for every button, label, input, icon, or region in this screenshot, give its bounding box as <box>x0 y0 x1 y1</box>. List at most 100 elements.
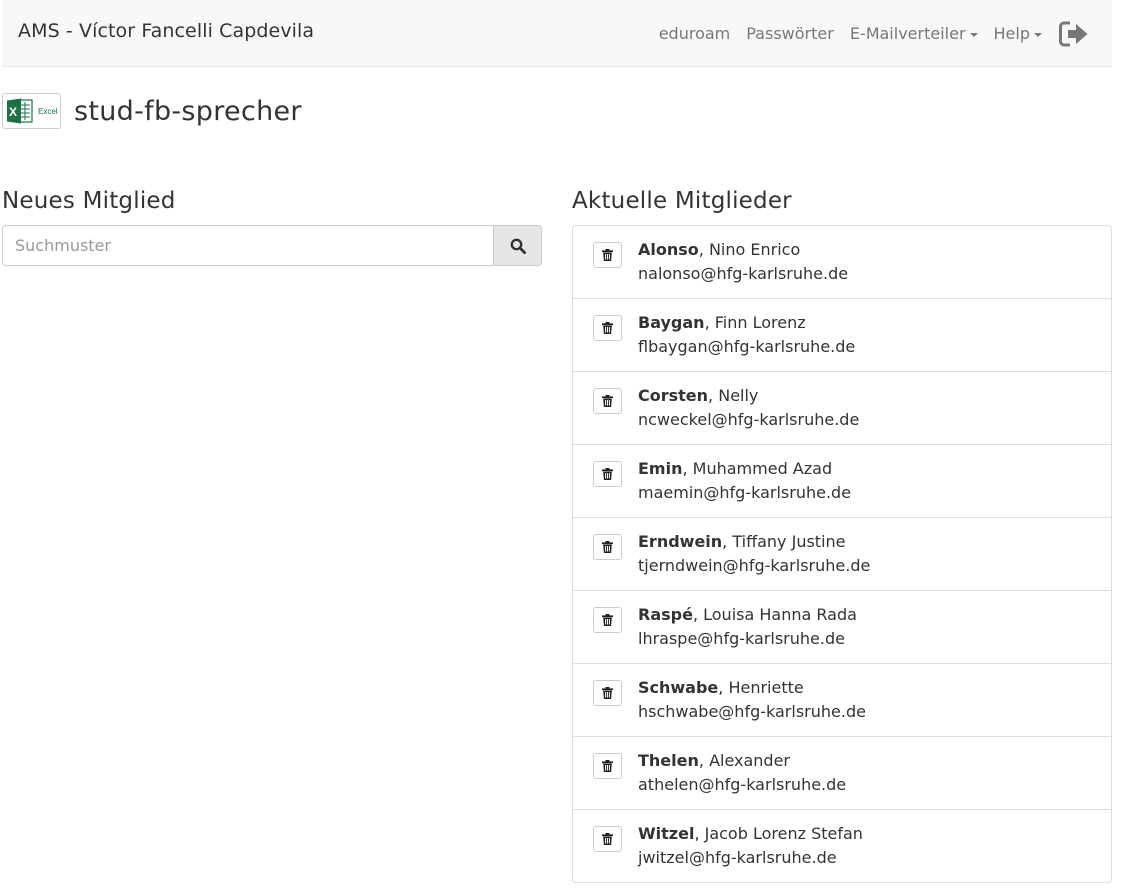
svg-text:X: X <box>9 105 17 119</box>
member-last-name: Baygan <box>638 313 705 332</box>
nav-dropdown-mailinglists[interactable]: E-Mailverteiler <box>850 24 978 43</box>
member-first-name: , Alexander <box>698 751 791 770</box>
member-row: Emin, Muhammed Azad maemin@hfg-karlsruhe.… <box>573 445 1111 518</box>
member-info: Alonso, Nino Enrico nalonso@hfg-karlsruhe… <box>638 238 848 286</box>
page-title: stud-fb-sprecher <box>74 95 302 127</box>
member-first-name: , Tiffany Justine <box>722 532 846 551</box>
member-info: Thelen, Alexander athelen@hfg-karlsruhe.d… <box>638 749 846 797</box>
member-first-name: , Finn Lorenz <box>704 313 806 332</box>
member-email: lhraspe@hfg-karlsruhe.de <box>638 629 845 648</box>
delete-member-button[interactable] <box>593 826 622 852</box>
member-name: Erndwein, Tiffany Justine <box>638 530 870 554</box>
member-first-name: , Jacob Lorenz Stefan <box>694 824 863 843</box>
trash-icon <box>602 395 613 407</box>
member-last-name: Alonso <box>638 240 699 259</box>
trash-icon <box>602 687 613 699</box>
trash-icon <box>602 322 613 334</box>
member-name: Baygan, Finn Lorenz <box>638 311 855 335</box>
app-brand[interactable]: AMS - Víctor Fancelli Capdevila <box>18 20 314 42</box>
member-row: Erndwein, Tiffany Justine tjerndwein@hfg-… <box>573 518 1111 591</box>
members-list: Alonso, Nino Enrico nalonso@hfg-karlsruhe… <box>572 225 1112 883</box>
member-name: Emin, Muhammed Azad <box>638 457 851 481</box>
delete-member-button[interactable] <box>593 315 622 341</box>
member-info: Raspé, Louisa Hanna Rada lhraspe@hfg-karl… <box>638 603 857 651</box>
logout-button[interactable] <box>1058 18 1090 50</box>
excel-export-button[interactable]: X Excel <box>2 93 61 129</box>
member-name: Corsten, Nelly <box>638 384 859 408</box>
excel-icon: X <box>7 98 33 124</box>
member-first-name: , Louisa Hanna Rada <box>692 605 857 624</box>
search-button[interactable] <box>493 225 542 266</box>
search-icon <box>510 238 526 254</box>
caret-down-icon <box>1034 32 1042 37</box>
member-name: Raspé, Louisa Hanna Rada <box>638 603 857 627</box>
nav-link-passwords[interactable]: Passwörter <box>746 24 834 43</box>
delete-member-button[interactable] <box>593 607 622 633</box>
trash-icon <box>602 468 613 480</box>
member-row: Baygan, Finn Lorenz flbaygan@hfg-karlsruh… <box>573 299 1111 372</box>
new-member-heading: Neues Mitglied <box>2 188 176 214</box>
member-email: flbaygan@hfg-karlsruhe.de <box>638 337 856 356</box>
member-search-group <box>2 225 542 266</box>
navbar: AMS - Víctor Fancelli Capdevila eduroam … <box>2 0 1112 67</box>
member-row: Raspé, Louisa Hanna Rada lhraspe@hfg-karl… <box>573 591 1111 664</box>
member-last-name: Schwabe <box>638 678 719 697</box>
delete-member-button[interactable] <box>593 534 622 560</box>
nav-link-label: Passwörter <box>746 24 834 43</box>
member-info: Corsten, Nelly ncweckel@hfg-karlsruhe.de <box>638 384 859 432</box>
sign-out-icon <box>1059 21 1088 46</box>
member-email: hschwabe@hfg-karlsruhe.de <box>638 702 866 721</box>
current-members-heading: Aktuelle Mitglieder <box>572 188 792 214</box>
member-name: Thelen, Alexander <box>638 749 846 773</box>
delete-member-button[interactable] <box>593 388 622 414</box>
member-row: Witzel, Jacob Lorenz Stefan jwitzel@hfg-k… <box>573 810 1111 882</box>
nav-link-eduroam[interactable]: eduroam <box>659 24 731 43</box>
member-first-name: , Muhammed Azad <box>682 459 833 478</box>
member-last-name: Emin <box>638 459 683 478</box>
member-first-name: , Nelly <box>708 386 759 405</box>
trash-icon <box>602 760 613 772</box>
member-last-name: Corsten <box>638 386 709 405</box>
member-last-name: Thelen <box>638 751 699 770</box>
member-name: Alonso, Nino Enrico <box>638 238 848 262</box>
member-email: tjerndwein@hfg-karlsruhe.de <box>638 556 871 575</box>
trash-icon <box>602 541 613 553</box>
delete-member-button[interactable] <box>593 461 622 487</box>
member-name: Schwabe, Henriette <box>638 676 866 700</box>
member-first-name: , Henriette <box>718 678 804 697</box>
excel-label: Excel <box>38 106 58 116</box>
member-email: nalonso@hfg-karlsruhe.de <box>638 264 849 283</box>
member-email: maemin@hfg-karlsruhe.de <box>638 483 852 502</box>
nav-link-label: Help <box>993 24 1030 43</box>
member-name: Witzel, Jacob Lorenz Stefan <box>638 822 863 846</box>
member-row: Schwabe, Henriette hschwabe@hfg-karlsruhe… <box>573 664 1111 737</box>
member-info: Emin, Muhammed Azad maemin@hfg-karlsruhe.… <box>638 457 851 505</box>
delete-member-button[interactable] <box>593 753 622 779</box>
member-first-name: , Nino Enrico <box>698 240 801 259</box>
member-last-name: Raspé <box>638 605 693 624</box>
nav-dropdown-help[interactable]: Help <box>994 24 1042 43</box>
member-info: Erndwein, Tiffany Justine tjerndwein@hfg-… <box>638 530 870 578</box>
member-info: Schwabe, Henriette hschwabe@hfg-karlsruhe… <box>638 676 866 724</box>
member-row: Thelen, Alexander athelen@hfg-karlsruhe.d… <box>573 737 1111 810</box>
nav-links: eduroam Passwörter E-Mailverteiler Help <box>659 0 1112 67</box>
member-last-name: Witzel <box>638 824 695 843</box>
nav-link-label: eduroam <box>658 24 731 43</box>
delete-member-button[interactable] <box>593 242 622 268</box>
member-row: Alonso, Nino Enrico nalonso@hfg-karlsruhe… <box>573 226 1111 299</box>
trash-icon <box>602 833 613 845</box>
member-email: jwitzel@hfg-karlsruhe.de <box>638 848 837 867</box>
member-info: Baygan, Finn Lorenz flbaygan@hfg-karlsruh… <box>638 311 855 359</box>
member-row: Corsten, Nelly ncweckel@hfg-karlsruhe.de <box>573 372 1111 445</box>
member-email: ncweckel@hfg-karlsruhe.de <box>638 410 860 429</box>
member-email: athelen@hfg-karlsruhe.de <box>638 775 847 794</box>
nav-link-label: E-Mailverteiler <box>849 24 966 43</box>
member-info: Witzel, Jacob Lorenz Stefan jwitzel@hfg-k… <box>638 822 863 870</box>
trash-icon <box>602 249 613 261</box>
caret-down-icon <box>969 32 978 37</box>
search-input[interactable] <box>2 225 493 266</box>
member-last-name: Erndwein <box>638 532 723 551</box>
trash-icon <box>602 614 613 626</box>
list-header: X Excel stud-fb-sprecher <box>2 93 302 129</box>
delete-member-button[interactable] <box>593 680 622 706</box>
